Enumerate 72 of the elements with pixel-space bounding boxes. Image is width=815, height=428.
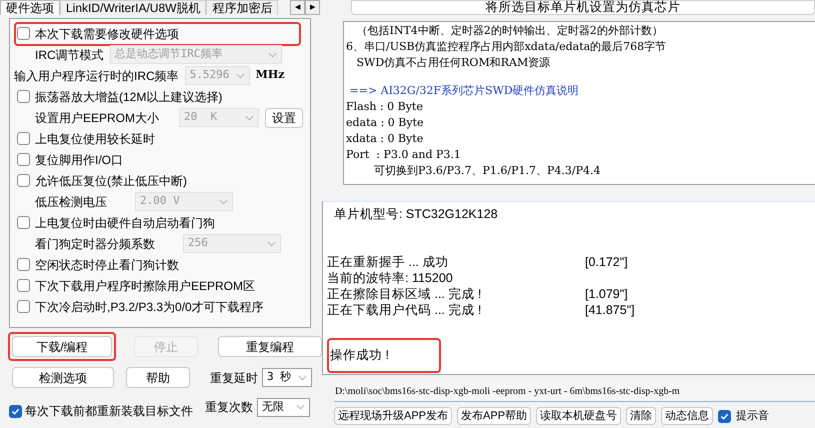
- bottom-button[interactable]: 动态信息: [661, 407, 714, 425]
- chevron-down-icon: [298, 374, 307, 380]
- checkbox[interactable]: [9, 404, 22, 418]
- tab[interactable]: 硬件选项: [0, 0, 60, 15]
- log-line: 正在擦除目标区域 ... 完成 !: [327, 286, 482, 302]
- repeat-delay-label: 重复延时: [210, 370, 258, 386]
- checkbox[interactable]: [17, 216, 30, 229]
- log-time: [1.079"]: [585, 286, 628, 302]
- option-label: 上电复位使用较长延时: [35, 130, 155, 148]
- log-line: 单片机型号: STC32G12K128: [332, 206, 499, 222]
- check-icon: [11, 406, 20, 416]
- option-label: 输入用户程序运行时的IRC频率: [14, 68, 179, 84]
- info-line: SWD仿真不占用任何ROM和RAM资源: [355, 55, 552, 71]
- checkbox[interactable]: [17, 279, 30, 292]
- option-label: 设置用户EEPROM大小: [35, 110, 160, 126]
- action-button[interactable]: 检测选项: [12, 367, 114, 388]
- bottom-button[interactable]: 清除: [626, 407, 656, 425]
- option-label: 下次冷启动时,P3.2/P3.3为0/0才可下载程序: [35, 298, 264, 316]
- log-line: 正在重新握手 ... 成功: [327, 254, 450, 270]
- log-time: [41.875"]: [585, 302, 635, 318]
- repeat-count-field[interactable]: 无限: [257, 398, 310, 416]
- bottom-button[interactable]: 读取本机硬盘号: [536, 407, 622, 425]
- option-label: 复位脚用作I/O口: [35, 152, 124, 168]
- info-link[interactable]: ==> AI32G/32F系列芯片SWD硬件仿真说明: [346, 83, 815, 99]
- checkbox[interactable]: [17, 258, 30, 271]
- result-message: 操作成功 !: [330, 348, 389, 362]
- log-line: 正在下载用户代码 ... 完成 !: [327, 302, 482, 318]
- checkbox[interactable]: [17, 153, 30, 166]
- info-line: edata : 0 Byte: [346, 115, 425, 131]
- option-label: 提示音: [736, 408, 770, 424]
- option-label: 空闲状态时停止看门狗计数: [35, 256, 179, 274]
- chevron-down-icon: [219, 198, 228, 204]
- option-label: 下次下载用户程序时擦除用户EEPROM区: [35, 278, 256, 294]
- log-line: 当前的波特率: 115200: [327, 270, 454, 286]
- option-label: 上电复位时由硬件自动启动看门狗: [35, 214, 215, 232]
- log-time: [0.172"]: [585, 254, 628, 270]
- chevron-down-icon: [296, 404, 305, 410]
- bottom-button[interactable]: 发布APP帮助: [457, 407, 532, 425]
- option-label: 每次下载前都重新装载目标文件: [25, 403, 193, 420]
- repeat-count-label: 重复次数: [205, 399, 253, 416]
- unit-label: MHz: [256, 67, 284, 84]
- repeat-delay-field[interactable]: 3 秒: [262, 368, 312, 387]
- info-line: 可切换到P3.6/P3.7、P1.6/P1.7、P4.3/P4.4: [372, 163, 602, 179]
- info-line: Flash : 0 Byte: [346, 99, 424, 115]
- option-label: 允许低压复位(禁止低压中断): [35, 172, 187, 190]
- info-line: （包括INT4中断、定时器2的时钟输出、定时器2的外部计数）: [355, 23, 664, 39]
- action-button[interactable]: 帮助: [126, 367, 190, 388]
- tab[interactable]: 程序加密后: [206, 0, 278, 15]
- checkbox[interactable]: [17, 300, 30, 313]
- info-line: 6、串口/USB仿真监控程序占用内部xdata/edata的最后768字节: [346, 39, 668, 55]
- checkbox[interactable]: [17, 132, 30, 145]
- info-line: Port : P3.0 and P3.1: [346, 147, 462, 163]
- option-label: 低压检测电压: [35, 194, 107, 210]
- action-button[interactable]: 重复编程: [218, 336, 322, 357]
- checkbox[interactable]: [718, 410, 732, 422]
- checkbox[interactable]: [17, 27, 30, 40]
- chevron-down-icon: [267, 240, 276, 246]
- chevron-down-icon: [245, 114, 254, 120]
- chevron-down-icon: [236, 72, 245, 78]
- option-label: IRC调节模式: [35, 46, 104, 64]
- option-label: 看门狗定时器分频系数: [35, 236, 155, 252]
- check-icon: [720, 412, 730, 420]
- tab[interactable]: LinkID/WriterIA/U8W脱机: [60, 0, 206, 15]
- bottom-button[interactable]: 远程现场升级APP发布: [334, 407, 452, 425]
- option-label: 本次下载需要修改硬件选项: [35, 26, 179, 42]
- info-line: xdata : 0 Byte: [346, 131, 424, 147]
- option-label: 振荡器放大增益(12M以上建议选择): [35, 88, 222, 106]
- action-button[interactable]: 下载/编程: [12, 336, 112, 357]
- checkbox[interactable]: [17, 90, 30, 103]
- emulator-button[interactable]: 将所选目标单片机设置为仿真芯片: [351, 0, 815, 15]
- checkbox[interactable]: [17, 174, 30, 187]
- chevron-down-icon: [268, 52, 277, 58]
